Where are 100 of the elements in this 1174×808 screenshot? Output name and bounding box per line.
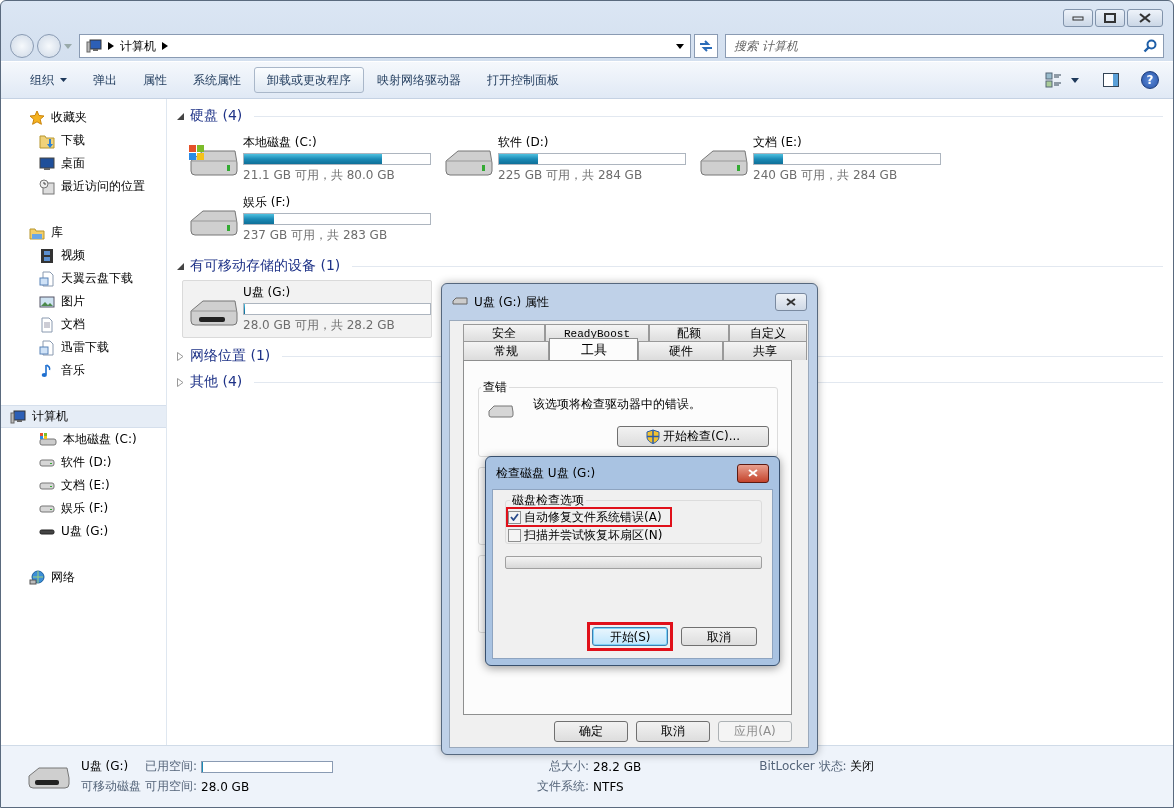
description-text: 该选项将检查驱动器中的错误。 — [533, 395, 701, 413]
drive-name: 软件 (D:) — [498, 134, 550, 151]
document-icon — [39, 316, 55, 333]
bitlocker-text: BitLocker 状态: 关闭 — [759, 758, 875, 775]
free-space-text: 225 GB 可用，共 284 GB — [498, 167, 644, 184]
group-title: 查错 — [482, 379, 508, 396]
free-space-text: 237 GB 可用，共 283 GB — [243, 227, 389, 244]
checkbox-option[interactable]: 自动修复文件系统错误(A) — [506, 507, 672, 527]
dialog-button[interactable]: 取消 — [636, 720, 710, 742]
tab[interactable]: 配额 — [649, 324, 729, 342]
toolbar-button[interactable]: 属性 — [130, 67, 180, 93]
drive-tile[interactable]: 娱乐 (F:) 237 GB 可用，共 283 GB — [182, 190, 432, 248]
total-size-label: 总大小: — [548, 758, 590, 775]
drive-tile[interactable]: U盘 (G:) 28.0 GB 可用，共 28.2 GB — [182, 280, 432, 338]
drive-tile[interactable]: 本地磁盘 (C:) 21.1 GB 可用，共 80.0 GB — [182, 130, 432, 188]
dialog-title: 检查磁盘 U盘 (G:) — [496, 464, 597, 482]
dialog-button[interactable]: 确定 — [554, 720, 628, 742]
close-button[interactable] — [737, 463, 769, 483]
sidebar-item[interactable]: 文档 (E:) — [1, 474, 166, 497]
chevron-icon[interactable] — [162, 42, 168, 50]
search-icon[interactable] — [1143, 39, 1157, 53]
group-heading[interactable]: 硬盘 (4) — [190, 107, 243, 125]
dialog-title: U盘 (G:) 属性 — [474, 293, 551, 311]
close-button[interactable] — [1127, 9, 1163, 27]
group-heading[interactable]: 有可移动存储的设备 (1) — [190, 257, 341, 275]
refresh-button[interactable] — [694, 34, 718, 58]
sidebar-item[interactable]: 文档 — [1, 313, 166, 336]
toolbar-button[interactable]: 组织 — [17, 67, 80, 93]
expand-arrow-icon[interactable] — [177, 377, 184, 387]
dropdown-icon[interactable] — [676, 43, 684, 49]
toolbar-button[interactable]: 卸载或更改程序 — [254, 67, 364, 93]
expand-arrow-icon[interactable] — [177, 351, 184, 361]
checkbox[interactable] — [508, 528, 521, 542]
collapse-arrow-icon[interactable] — [177, 262, 184, 270]
close-button[interactable] — [775, 293, 807, 311]
checkbox-option[interactable]: 扫描并尝试恢复坏扇区(N) — [506, 525, 673, 545]
sidebar-item[interactable]: 迅雷下载 — [1, 336, 166, 359]
caret-icon[interactable] — [1071, 77, 1079, 83]
sidebar-item[interactable]: 收藏夹 — [1, 106, 166, 129]
free-space-value: 28.0 GB — [201, 779, 251, 794]
toolbar-button[interactable]: 映射网络驱动器 — [364, 67, 474, 93]
drive-name: 本地磁盘 (C:) — [243, 134, 318, 151]
caret-icon — [60, 78, 67, 82]
drive-tile[interactable]: 软件 (D:) 225 GB 可用，共 284 GB — [437, 130, 687, 188]
minimize-icon — [1072, 15, 1084, 21]
sidebar-item[interactable]: 网络 — [1, 566, 166, 589]
group-heading[interactable]: 网络位置 (1) — [190, 347, 271, 365]
sidebar-item[interactable]: 下载 — [1, 129, 166, 152]
sidebar-item[interactable]: U盘 (G:) — [1, 520, 166, 543]
preview-pane-icon[interactable] — [1103, 73, 1119, 87]
check-now-button[interactable]: 开始检查(C)... — [617, 426, 769, 447]
sidebar-item[interactable]: 音乐 — [1, 359, 166, 382]
sidebar-item[interactable]: 最近访问的位置 — [1, 175, 166, 198]
address-bar[interactable]: 计算机 — [79, 34, 691, 58]
group-heading[interactable]: 其他 (4) — [190, 373, 243, 391]
view-options-icon[interactable] — [1045, 72, 1063, 88]
file-system-value: NTFS — [593, 779, 625, 794]
tab[interactable]: 自定义 — [729, 324, 807, 342]
tab[interactable]: 常规 — [463, 341, 549, 360]
library-document-icon — [39, 270, 55, 287]
sidebar-item[interactable]: 软件 (D:) — [1, 451, 166, 474]
network-icon — [29, 569, 45, 586]
maximize-button[interactable] — [1095, 9, 1125, 27]
hard-drive-icon — [39, 481, 55, 490]
dialog-button[interactable]: 开始(S) — [592, 627, 668, 646]
group-title: 磁盘检查选项 — [511, 492, 585, 509]
sidebar-item[interactable]: 本地磁盘 (C:) — [1, 428, 166, 451]
toolbar-button[interactable]: 弹出 — [80, 67, 130, 93]
sidebar-item[interactable]: 桌面 — [1, 152, 166, 175]
drive-tile[interactable]: 文档 (E:) 240 GB 可用，共 284 GB — [692, 130, 942, 188]
file-system-label: 文件系统: — [537, 778, 590, 795]
hard-drive-icon — [39, 458, 55, 467]
sidebar-item[interactable]: 图片 — [1, 290, 166, 313]
refresh-icon — [698, 39, 714, 53]
sidebar-item[interactable]: 视频 — [1, 244, 166, 267]
breadcrumb[interactable]: 计算机 — [120, 37, 156, 55]
search-field[interactable]: 搜索 计算机 — [725, 34, 1164, 58]
hard-drive-icon — [39, 504, 55, 513]
free-space-label: 可用空间: — [145, 778, 198, 795]
sidebar-item[interactable]: 天翼云盘下载 — [1, 267, 166, 290]
chevron-icon[interactable] — [108, 42, 114, 50]
sidebar-item[interactable]: 娱乐 (F:) — [1, 497, 166, 520]
tab[interactable]: 工具 — [549, 338, 638, 360]
download-folder-icon — [39, 132, 55, 149]
tab[interactable]: 硬件 — [638, 341, 723, 360]
sidebar-item[interactable]: 计算机 — [1, 405, 166, 428]
computer-icon — [10, 408, 26, 425]
dialog-button[interactable]: 取消 — [681, 627, 757, 646]
monitor-icon — [39, 155, 55, 172]
tab[interactable]: 共享 — [723, 341, 807, 360]
sidebar-item[interactable]: 库 — [1, 221, 166, 244]
help-button[interactable]: ? — [1141, 71, 1159, 89]
tab[interactable]: 安全 — [463, 324, 545, 342]
toolbar-button[interactable]: 打开控制面板 — [474, 67, 572, 93]
drive-name: U盘 (G:) — [81, 758, 130, 775]
checkbox[interactable] — [508, 510, 521, 524]
drive-name: 娱乐 (F:) — [243, 194, 292, 211]
picture-icon — [39, 293, 55, 310]
toolbar-button[interactable]: 系统属性 — [180, 67, 254, 93]
collapse-arrow-icon[interactable] — [177, 112, 184, 120]
